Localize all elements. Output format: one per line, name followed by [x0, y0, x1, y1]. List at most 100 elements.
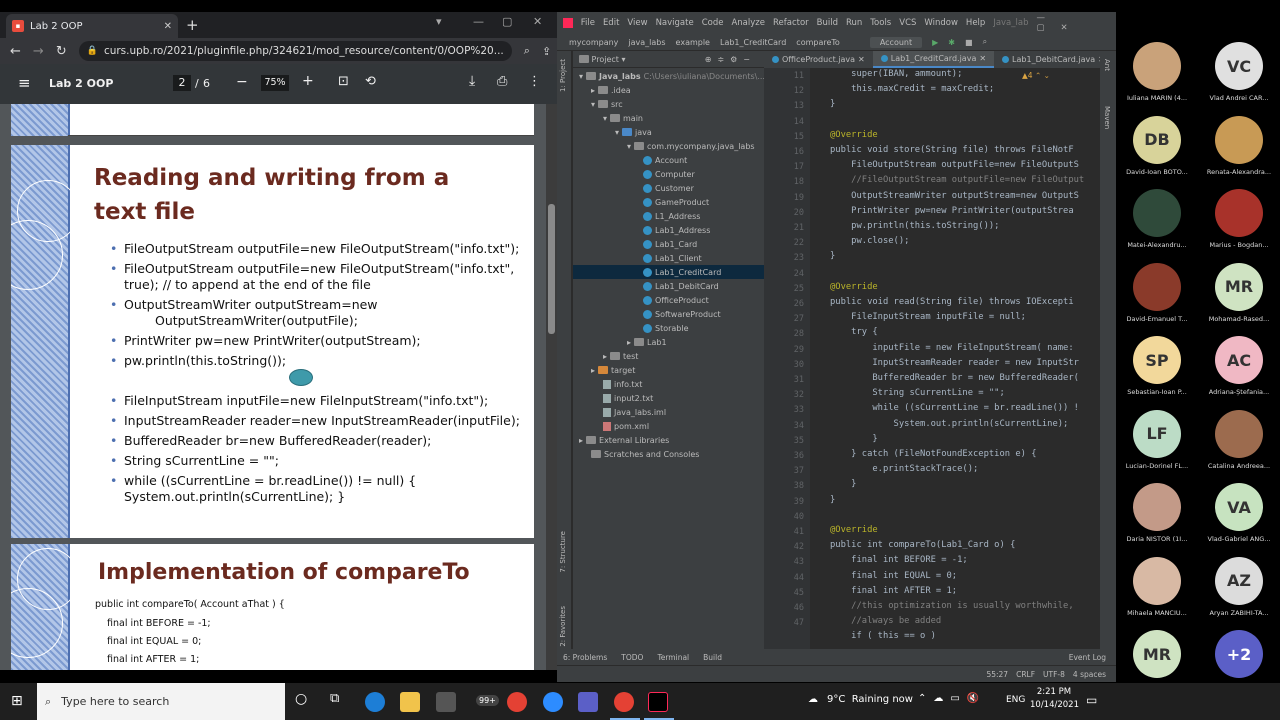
page-input[interactable]: 2 — [173, 75, 191, 91]
participant-tile[interactable]: Renata-Alexandra... — [1198, 112, 1280, 185]
store-icon[interactable] — [436, 692, 456, 712]
code-line[interactable]: @Override — [830, 282, 878, 292]
pdf-scrollbar[interactable] — [546, 104, 557, 670]
editor-tab-active[interactable]: Lab1_CreditCard.java ✕ — [872, 51, 995, 68]
scrollbar-thumb[interactable] — [548, 204, 555, 334]
code-line[interactable]: OutputStreamWriter outputStream=new Outp… — [830, 191, 1079, 201]
code-line[interactable]: super(IBAN, ammount); — [830, 69, 962, 79]
tree-class[interactable]: Account — [643, 153, 687, 167]
file-explorer-icon[interactable] — [400, 692, 420, 712]
tree-item[interactable]: ▸ test — [603, 349, 638, 363]
code-editor[interactable]: OfficeProduct.java ✕ Lab1_CreditCard.java… — [764, 51, 1100, 659]
participant-tile[interactable]: AC Adriana-Ștefania... — [1198, 332, 1280, 405]
menu-edit[interactable]: Edit — [603, 18, 619, 28]
code-line[interactable]: System.out.println(sCurrentLine); — [830, 419, 1069, 429]
code-line[interactable]: final int BEFORE = -1; — [830, 555, 968, 565]
tree-class[interactable]: SoftwareProduct — [643, 307, 721, 321]
browser-tab[interactable]: ▪ Lab 2 OOP ✕ — [6, 14, 178, 38]
tree-root[interactable]: ▾ Java_labs C:\Users\iuliana\Documents\... — [579, 69, 764, 83]
tree-class[interactable]: GameProduct — [643, 195, 709, 209]
participant-tile[interactable]: MR Mohamad-Rased... — [1198, 259, 1280, 332]
code-line[interactable]: //always be added — [830, 616, 941, 626]
code-line[interactable]: //FileOutputStream outputFile=new FileOu… — [830, 175, 1084, 185]
reload-icon[interactable]: ↻ — [56, 44, 67, 59]
menu-vcs[interactable]: VCS — [899, 18, 916, 28]
menu-window[interactable]: Window — [924, 18, 958, 28]
code-line[interactable]: final int EQUAL = 0; — [830, 571, 957, 581]
code-line[interactable]: pw.println(this.toString()); — [830, 221, 999, 231]
clock[interactable]: 2:21 PM 10/14/2021 — [1030, 686, 1079, 712]
participant-tile[interactable]: Daria NISTOR (1I... — [1116, 479, 1198, 552]
project-label[interactable]: Project — [592, 55, 619, 64]
zoom-icon[interactable]: ⌕ — [524, 44, 530, 58]
line-separator[interactable]: CRLF — [1016, 670, 1035, 679]
code-line[interactable]: } — [830, 434, 877, 444]
menu-help[interactable]: Help — [966, 18, 985, 28]
code-line[interactable]: } catch (FileNotFoundException e) { — [830, 449, 1036, 459]
tree-file[interactable]: pom.xml — [603, 419, 649, 433]
zoom-in-icon[interactable]: + — [302, 73, 314, 89]
tree-item[interactable]: ▾ java — [615, 125, 652, 139]
warning-indicator[interactable]: ▲4 ⌃ ⌄ — [1022, 71, 1050, 80]
teams-icon[interactable] — [578, 692, 598, 712]
taskbar-search[interactable]: ⌕ Type here to search — [37, 683, 285, 720]
zoom-out-icon[interactable]: − — [236, 74, 248, 90]
weather-text[interactable]: 9°C Raining now — [827, 694, 913, 705]
tree-class[interactable]: OfficeProduct — [643, 293, 709, 307]
tree-file[interactable]: input2.txt — [603, 391, 653, 405]
tray-icons[interactable]: ⌃☁▭🔇 — [918, 693, 986, 704]
tree-class-selected[interactable]: Lab1_CreditCard — [643, 265, 721, 279]
indent[interactable]: 4 spaces — [1073, 670, 1106, 679]
code-line[interactable]: } — [830, 495, 835, 505]
crumb[interactable]: compareTo — [796, 38, 840, 47]
intellij-taskbar-icon[interactable] — [648, 692, 668, 712]
windows-start-icon[interactable]: ⊞ — [11, 693, 23, 709]
code-line[interactable]: pw.close(); — [830, 236, 909, 246]
crumb[interactable]: mycompany — [569, 38, 618, 47]
menu-analyze[interactable]: Analyze — [731, 18, 765, 28]
tab-search-icon[interactable]: ▾ — [436, 15, 442, 28]
code-line[interactable]: if ( this == o ) — [830, 631, 936, 641]
new-tab-icon[interactable]: + — [186, 16, 199, 34]
back-icon[interactable]: ← — [10, 44, 21, 59]
participant-tile[interactable]: David-Emanuel T... — [1116, 259, 1198, 332]
menu-tools[interactable]: Tools — [870, 18, 891, 28]
participant-tile[interactable]: Iuliana MARIN (4... — [1116, 38, 1198, 111]
code-line[interactable]: inputFile = new FileInputStream( name: — [830, 343, 1079, 353]
code-line[interactable]: FileOutputStream outputFile=new FileOutp… — [830, 160, 1079, 170]
tree-class[interactable]: L1_Address — [643, 209, 700, 223]
menu-navigate[interactable]: Navigate — [656, 18, 694, 28]
url-field[interactable]: 🔒 curs.upb.ro/2021/pluginfile.php/324621… — [78, 41, 512, 61]
zoom-input[interactable]: 75% — [261, 75, 289, 91]
ant-tool-tab[interactable]: Ant — [1103, 59, 1111, 71]
share-icon[interactable]: ⇪ — [542, 45, 551, 58]
participant-tile[interactable]: Mihaela MANCIU... — [1116, 553, 1198, 626]
cortana-icon[interactable]: ○ — [295, 691, 307, 707]
tree-class[interactable]: Customer — [643, 181, 694, 195]
forward-icon[interactable]: → — [33, 44, 44, 59]
pdf-viewport[interactable]: Reading and writing from a text file Fil… — [0, 104, 557, 670]
project-tool-tab[interactable]: 1: Project — [559, 59, 567, 92]
code-line[interactable]: @Override — [830, 130, 878, 140]
todo-tab[interactable]: TODO — [621, 653, 643, 662]
code-line[interactable]: while ((sCurrentLine = br.readLine()) ! — [830, 403, 1079, 413]
menu-run[interactable]: Run — [846, 18, 862, 28]
participant-tile[interactable]: Catalina Andreea... — [1198, 406, 1280, 479]
pdf-more-icon[interactable]: ⋮ — [528, 74, 541, 89]
run-icon[interactable]: ▶ — [932, 38, 938, 47]
tree-item[interactable]: ▸ target — [591, 363, 635, 377]
favorites-tool-tab[interactable]: 2: Favorites — [559, 606, 567, 647]
caret-position[interactable]: 55:27 — [986, 670, 1008, 679]
menu-build[interactable]: Build — [817, 18, 838, 28]
code-line[interactable]: public void store(String file) throws Fi… — [830, 145, 1074, 155]
language-indicator[interactable]: ENG — [1006, 695, 1025, 705]
participant-tile[interactable]: Marius - Bogdan... — [1198, 185, 1280, 258]
code-line[interactable]: @Override — [830, 525, 878, 535]
fit-page-icon[interactable]: ⊡ — [338, 74, 349, 89]
minimize-icon[interactable]: — — [473, 15, 484, 28]
crumb[interactable]: example — [676, 38, 710, 47]
code-line[interactable]: InputStreamReader reader = new InputStr — [830, 358, 1079, 368]
tree-class[interactable]: Lab1_Address — [643, 223, 710, 237]
chrome-active-icon[interactable] — [614, 692, 634, 712]
participant-tile[interactable]: VA Vlad-Gabriel ANG... — [1198, 479, 1280, 552]
